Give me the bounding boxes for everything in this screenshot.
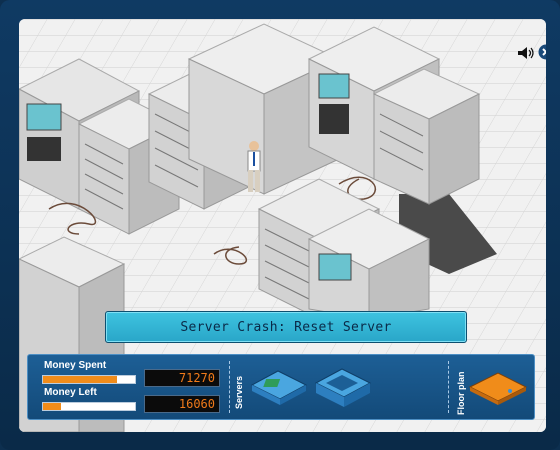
money-left-bar-fill [43, 403, 62, 410]
money-left-value: 16060 [144, 395, 220, 413]
floor-plan-section-label: Floor plan [456, 371, 466, 416]
divider [229, 361, 230, 413]
divider [448, 361, 449, 413]
money-left-bar [42, 402, 136, 411]
status-message: Server Crash: Reset Server [180, 319, 392, 335]
money-spent-value: 71270 [144, 369, 220, 387]
money-spent-bar-fill [43, 376, 117, 383]
speaker-icon[interactable] [517, 46, 535, 60]
money-spent-label: Money Spent [44, 360, 107, 371]
servers-section-label: Servers [234, 375, 244, 409]
server-board-icon[interactable] [248, 363, 310, 409]
server-cabinet-icon[interactable] [312, 363, 374, 409]
money-left-label: Money Left [44, 387, 97, 398]
hud-panel: Money Spent Money Left 71270 16060 Serve… [27, 354, 535, 420]
status-banner: Server Crash: Reset Server [105, 311, 467, 343]
close-icon[interactable] [538, 44, 546, 60]
floor-tile-icon[interactable] [466, 363, 530, 409]
server-rack[interactable] [372, 68, 481, 205]
money-spent-bar [42, 375, 136, 384]
